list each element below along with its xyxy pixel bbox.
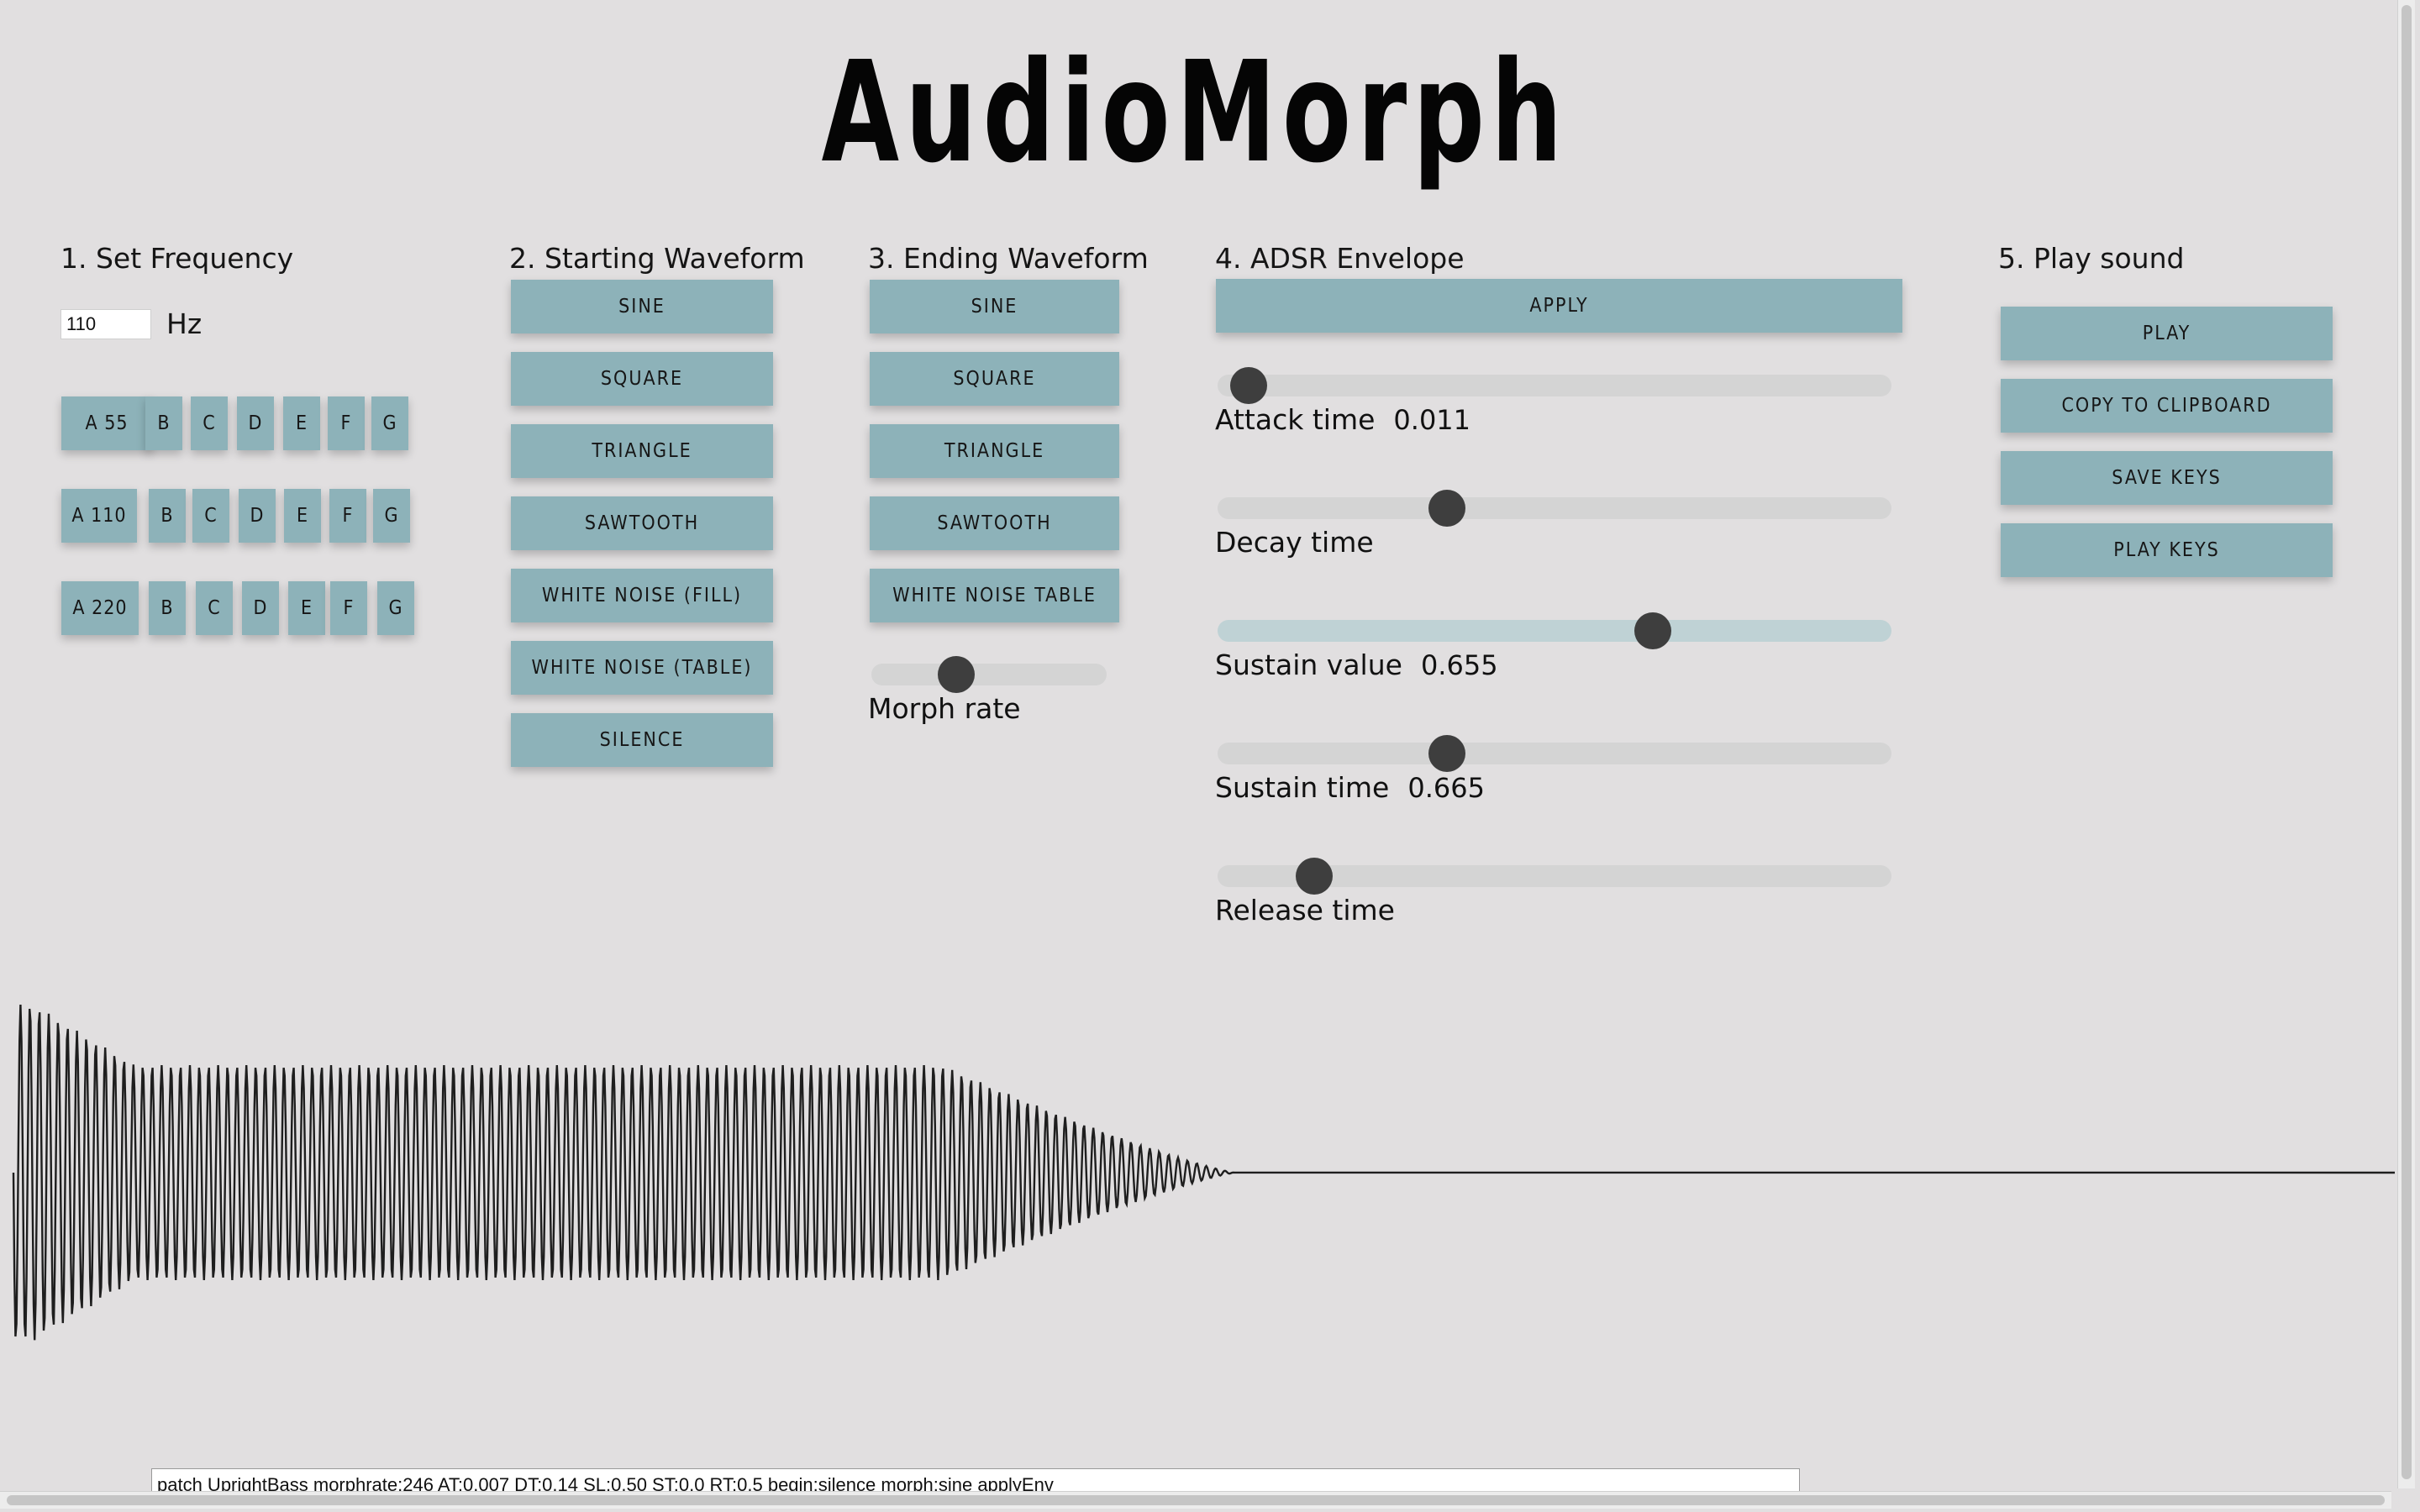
play-section-button[interactable]: SAVE KEYS <box>2001 451 2333 505</box>
play-section-button[interactable]: PLAY <box>2001 307 2333 360</box>
starting-waveform-heading: 2. Starting Waveform <box>509 242 805 275</box>
adsr-slider[interactable] <box>1218 612 1891 649</box>
adsr-label-text: Attack time <box>1215 403 1376 436</box>
note-key-button[interactable]: G <box>371 396 408 450</box>
starting-waveform-button[interactable]: SAWTOOTH <box>511 496 773 550</box>
adsr-slider[interactable] <box>1218 490 1891 527</box>
adsr-slider-label: Decay time <box>1215 526 1374 559</box>
note-key-button[interactable]: D <box>239 489 276 543</box>
note-key-button[interactable]: A 220 <box>61 581 139 635</box>
adsr-slider[interactable] <box>1218 858 1891 895</box>
adsr-label-text: Sustain value <box>1215 648 1402 681</box>
play-section-button[interactable]: PLAY KEYS <box>2001 523 2333 577</box>
starting-waveform-button[interactable]: WHITE NOISE (TABLE) <box>511 641 773 695</box>
note-key-button[interactable]: B <box>145 396 182 450</box>
note-key-button[interactable]: E <box>283 396 320 450</box>
starting-waveform-button[interactable]: SQUARE <box>511 352 773 406</box>
adsr-label-text: Sustain time <box>1215 771 1390 804</box>
starting-waveform-button[interactable]: WHITE NOISE (FILL) <box>511 569 773 622</box>
morph-rate-slider[interactable] <box>871 656 1107 693</box>
adsr-heading: 4. ADSR Envelope <box>1215 242 1465 275</box>
starting-waveform-button[interactable]: TRIANGLE <box>511 424 773 478</box>
adsr-value-text: 0.655 <box>1420 649 1498 681</box>
note-key-button[interactable]: B <box>149 581 186 635</box>
note-key-button[interactable]: E <box>284 489 321 543</box>
note-key-button[interactable]: F <box>329 489 366 543</box>
waveform-trace <box>12 1004 2395 1341</box>
app-title: AudioMorph <box>821 32 1569 194</box>
adsr-slider[interactable] <box>1218 735 1891 772</box>
frequency-input[interactable]: 110 <box>60 309 151 339</box>
note-key-button[interactable]: F <box>330 581 367 635</box>
adsr-slider-thumb[interactable] <box>1634 612 1672 649</box>
adsr-value-text: 0.011 <box>1393 404 1471 436</box>
ending-waveform-button[interactable]: TRIANGLE <box>870 424 1119 478</box>
ending-waveform-button[interactable]: SAWTOOTH <box>870 496 1119 550</box>
horizontal-scrollbar[interactable] <box>0 1491 2391 1509</box>
ending-waveform-heading: 3. Ending Waveform <box>868 242 1149 275</box>
note-key-button[interactable]: D <box>237 396 274 450</box>
note-key-button[interactable]: C <box>196 581 233 635</box>
ending-waveform-button[interactable]: WHITE NOISE TABLE <box>870 569 1119 622</box>
frequency-unit: Hz <box>166 307 203 340</box>
starting-waveform-button[interactable]: SILENCE <box>511 713 773 767</box>
note-key-button[interactable]: A 110 <box>61 489 137 543</box>
note-key-button[interactable]: A 55 <box>61 396 152 450</box>
note-key-button[interactable]: B <box>149 489 186 543</box>
adsr-slider-label: Sustain value 0.655 <box>1215 648 1498 681</box>
adsr-slider-thumb[interactable] <box>1229 367 1267 404</box>
horizontal-scrollbar-thumb[interactable] <box>7 1495 2385 1505</box>
ending-waveform-button[interactable]: SQUARE <box>870 352 1119 406</box>
adsr-slider-label: Release time <box>1215 894 1395 927</box>
morph-rate-label: Morph rate <box>868 692 1021 725</box>
frequency-heading: 1. Set Frequency <box>60 242 294 275</box>
adsr-slider-thumb[interactable] <box>1295 858 1333 895</box>
note-key-button[interactable]: G <box>377 581 414 635</box>
starting-waveform-button[interactable]: SINE <box>511 280 773 333</box>
waveform-display <box>12 1004 2395 1341</box>
note-key-button[interactable]: G <box>373 489 410 543</box>
note-key-button[interactable]: F <box>328 396 365 450</box>
ending-waveform-button[interactable]: SINE <box>870 280 1119 333</box>
note-key-button[interactable]: D <box>242 581 279 635</box>
adsr-value-text: 0.665 <box>1407 772 1485 804</box>
play-heading: 5. Play sound <box>1998 242 2185 275</box>
note-key-button[interactable]: C <box>191 396 228 450</box>
adsr-slider[interactable] <box>1218 367 1891 404</box>
adsr-label-text: Decay time <box>1215 526 1374 559</box>
adsr-slider-thumb[interactable] <box>1428 490 1465 527</box>
adsr-label-text: Release time <box>1215 894 1395 927</box>
vertical-scrollbar-thumb[interactable] <box>2402 5 2412 1479</box>
apply-button[interactable]: APPLY <box>1216 279 1902 333</box>
adsr-slider-label: Attack time 0.011 <box>1215 403 1470 436</box>
note-key-button[interactable]: E <box>288 581 325 635</box>
morph-rate-thumb[interactable] <box>937 656 975 693</box>
play-section-button[interactable]: COPY TO CLIPBOARD <box>2001 379 2333 433</box>
vertical-scrollbar[interactable] <box>2397 0 2415 1488</box>
adsr-slider-label: Sustain time 0.665 <box>1215 771 1485 804</box>
adsr-slider-thumb[interactable] <box>1428 735 1465 772</box>
note-key-button[interactable]: C <box>192 489 229 543</box>
